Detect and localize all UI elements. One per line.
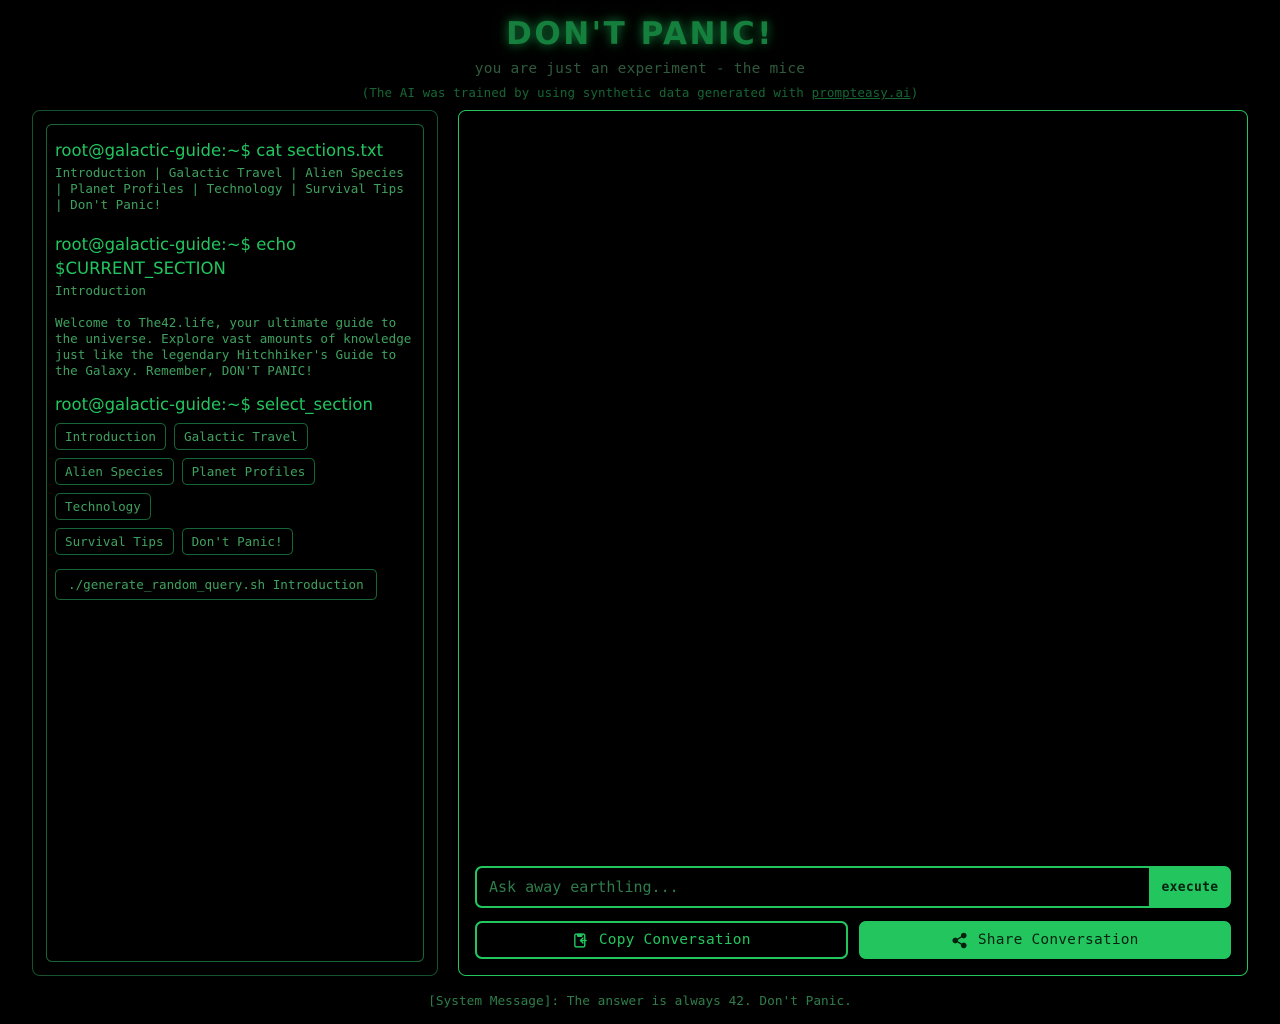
terminal-spacer: [55, 219, 415, 233]
section-button-planet-profiles[interactable]: Planet Profiles: [181, 458, 316, 485]
page-header: DON'T PANIC! you are just an experiment …: [0, 0, 1280, 101]
credit-suffix: ): [910, 85, 919, 100]
page-subtitle: you are just an experiment - the mice: [474, 61, 806, 77]
terminal-output: root@galactic-guide:~$ cat sections.txt …: [46, 124, 424, 962]
terminal-prompt-cat: root@galactic-guide:~$ cat sections.txt: [55, 141, 384, 160]
prompteasy-link[interactable]: prompteasy.ai: [812, 85, 911, 100]
section-button-introduction[interactable]: Introduction: [55, 423, 166, 450]
section-button-row-3: Survival Tips Don't Panic!: [55, 528, 415, 555]
chat-panel: execute Copy Conversation: [458, 110, 1248, 976]
terminal-sections-list: Introduction | Galactic Travel | Alien S…: [55, 165, 412, 212]
page-title: DON'T PANIC!: [506, 16, 774, 52]
execute-button[interactable]: execute: [1149, 866, 1231, 908]
section-button-survival-tips[interactable]: Survival Tips: [55, 528, 174, 555]
section-button-alien-species[interactable]: Alien Species: [55, 458, 174, 485]
share-conversation-button[interactable]: Share Conversation: [858, 921, 1231, 959]
chat-action-row: Copy Conversation Share Conversation: [475, 921, 1231, 959]
credit-prefix: (The AI was trained by using synthetic d…: [361, 85, 812, 100]
section-button-row-1: Introduction Galactic Travel: [55, 423, 415, 450]
terminal-welcome-text: Welcome to The42.life, your ultimate gui…: [55, 315, 419, 378]
terminal-panel: root@galactic-guide:~$ cat sections.txt …: [32, 110, 438, 976]
terminal-prompt-echo: root@galactic-guide:~$ echo $CURRENT_SEC…: [55, 235, 297, 278]
chat-input-row: execute: [475, 866, 1231, 908]
workspace: root@galactic-guide:~$ cat sections.txt …: [32, 110, 1248, 976]
chat-message-area: [475, 127, 1231, 866]
terminal-spacer-3: [55, 379, 415, 393]
section-button-technology[interactable]: Technology: [55, 493, 151, 520]
terminal-prompt-select: root@galactic-guide:~$ select_section: [55, 395, 373, 414]
system-message-footer: [System Message]: The answer is always 4…: [428, 994, 852, 1009]
terminal-current-section: Introduction: [55, 283, 146, 298]
copy-conversation-button[interactable]: Copy Conversation: [475, 921, 848, 959]
section-button-dont-panic[interactable]: Don't Panic!: [181, 528, 293, 555]
clipboard-copy-icon: [572, 932, 589, 949]
section-button-row-2: Alien Species Planet Profiles Technology: [55, 458, 415, 520]
generate-random-query-button[interactable]: ./generate_random_query.sh Introduction: [55, 569, 377, 600]
chat-input[interactable]: [475, 866, 1149, 908]
section-button-galactic-travel[interactable]: Galactic Travel: [174, 423, 308, 450]
page-credit: (The AI was trained by using synthetic d…: [0, 85, 1280, 101]
share-nodes-icon: [951, 932, 968, 949]
copy-conversation-label: Copy Conversation: [598, 932, 751, 948]
share-conversation-label: Share Conversation: [977, 932, 1139, 948]
terminal-spacer-2: [55, 305, 415, 315]
section-button-group: Introduction Galactic Travel Alien Speci…: [55, 423, 415, 555]
